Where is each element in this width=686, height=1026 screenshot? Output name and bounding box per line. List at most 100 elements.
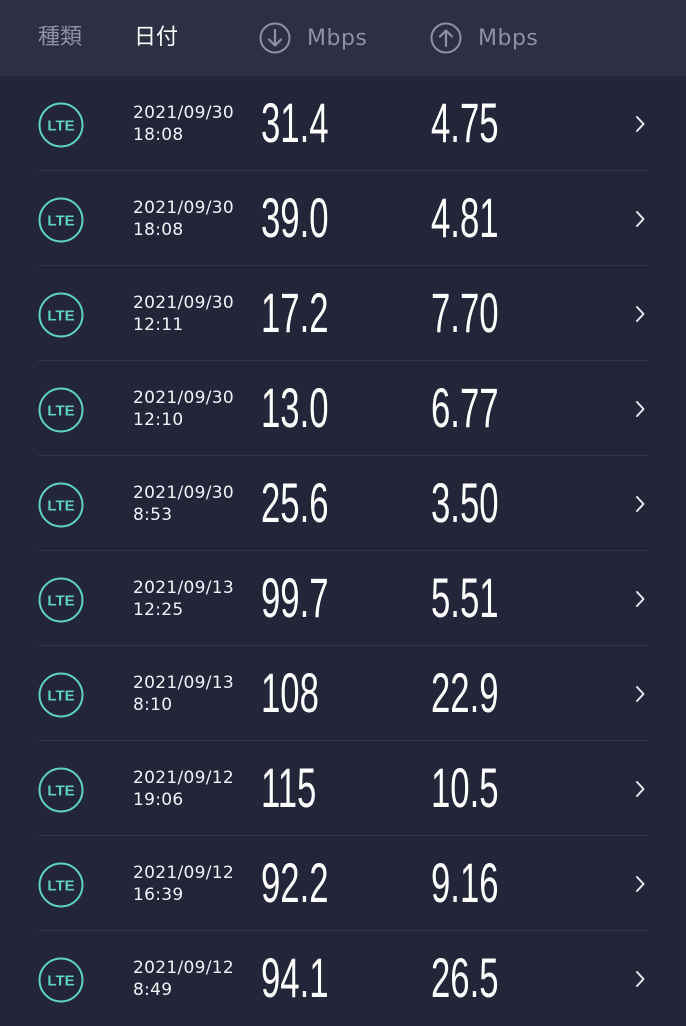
result-row[interactable]: LTE 2021/09/30 12:11 17.2 7.70	[0, 266, 686, 361]
chevron-right-icon[interactable]	[634, 399, 646, 419]
result-date: 2021/09/30	[133, 103, 234, 123]
chevron-right-icon[interactable]	[634, 969, 646, 989]
date-column-header[interactable]: 日付	[134, 24, 178, 52]
result-time: 8:49	[133, 980, 173, 1000]
result-time: 18:08	[133, 220, 184, 240]
result-time: 8:10	[133, 695, 173, 715]
lte-badge-label: LTE	[47, 308, 74, 325]
result-time: 18:08	[133, 125, 184, 145]
result-datetime: 2021/09/30 18:08	[133, 102, 234, 146]
result-row[interactable]: LTE 2021/09/30 18:08 39.0 4.81	[0, 171, 686, 266]
download-column-header[interactable]: Mbps	[259, 22, 367, 54]
result-datetime: 2021/09/12 16:39	[133, 862, 234, 906]
result-date: 2021/09/30	[133, 198, 234, 218]
lte-badge-icon: LTE	[38, 957, 84, 1003]
chevron-right-icon[interactable]	[634, 874, 646, 894]
results-list: LTE 2021/09/30 18:08 31.4 4.75 LTE 2021/0…	[0, 76, 686, 1026]
result-row[interactable]: LTE 2021/09/13 12:25 99.7 5.51	[0, 551, 686, 646]
lte-badge-label: LTE	[47, 878, 74, 895]
result-row[interactable]: LTE 2021/09/13 8:10 108 22.9	[0, 646, 686, 741]
result-row[interactable]: LTE 2021/09/30 12:10 13.0 6.77	[0, 361, 686, 456]
lte-badge-icon: LTE	[38, 387, 84, 433]
lte-badge-label: LTE	[47, 498, 74, 515]
result-datetime: 2021/09/13 8:10	[133, 672, 234, 716]
download-speed: 39.0	[261, 186, 329, 249]
result-time: 12:11	[133, 315, 184, 335]
lte-badge-label: LTE	[47, 973, 74, 990]
arrow-up-circle-icon	[430, 22, 462, 54]
result-date: 2021/09/12	[133, 958, 234, 978]
result-row[interactable]: LTE 2021/09/30 8:53 25.6 3.50	[0, 456, 686, 551]
upload-speed: 4.81	[431, 186, 499, 249]
result-datetime: 2021/09/30 12:10	[133, 387, 234, 431]
upload-unit-label: Mbps	[478, 25, 539, 51]
lte-badge-icon: LTE	[38, 577, 84, 623]
arrow-down-circle-icon	[259, 22, 291, 54]
lte-badge-icon: LTE	[38, 102, 84, 148]
result-time: 16:39	[133, 885, 184, 905]
download-speed: 108	[261, 661, 319, 724]
download-speed: 94.1	[261, 946, 329, 1009]
lte-badge-label: LTE	[47, 213, 74, 230]
chevron-right-icon[interactable]	[634, 684, 646, 704]
download-speed: 31.4	[261, 91, 329, 154]
upload-speed: 22.9	[431, 661, 499, 724]
lte-badge-icon: LTE	[38, 292, 84, 338]
download-speed: 13.0	[261, 376, 329, 439]
lte-badge-label: LTE	[47, 783, 74, 800]
result-row[interactable]: LTE 2021/09/12 8:49 94.1 26.5	[0, 931, 686, 1026]
result-datetime: 2021/09/12 8:49	[133, 957, 234, 1001]
lte-badge-icon: LTE	[38, 672, 84, 718]
result-row[interactable]: LTE 2021/09/12 19:06 115 10.5	[0, 741, 686, 836]
lte-badge-label: LTE	[47, 688, 74, 705]
result-time: 19:06	[133, 790, 184, 810]
chevron-right-icon[interactable]	[634, 494, 646, 514]
result-time: 12:25	[133, 600, 184, 620]
result-time: 8:53	[133, 505, 173, 525]
upload-speed: 10.5	[431, 756, 499, 819]
upload-speed: 26.5	[431, 946, 499, 1009]
result-row[interactable]: LTE 2021/09/12 16:39 92.2 9.16	[0, 836, 686, 931]
upload-column-header[interactable]: Mbps	[430, 22, 538, 54]
result-row[interactable]: LTE 2021/09/30 18:08 31.4 4.75	[0, 76, 686, 171]
result-date: 2021/09/13	[133, 578, 234, 598]
result-date: 2021/09/30	[133, 388, 234, 408]
result-time: 12:10	[133, 410, 184, 430]
download-speed: 92.2	[261, 851, 329, 914]
chevron-right-icon[interactable]	[634, 114, 646, 134]
chevron-right-icon[interactable]	[634, 304, 646, 324]
upload-speed: 7.70	[431, 281, 499, 344]
upload-speed: 9.16	[431, 851, 499, 914]
chevron-right-icon[interactable]	[634, 209, 646, 229]
lte-badge-icon: LTE	[38, 862, 84, 908]
upload-speed: 6.77	[431, 376, 499, 439]
result-datetime: 2021/09/13 12:25	[133, 577, 234, 621]
result-datetime: 2021/09/30 8:53	[133, 482, 234, 526]
type-column-header[interactable]: 種類	[38, 24, 82, 52]
lte-badge-icon: LTE	[38, 767, 84, 813]
lte-badge-label: LTE	[47, 118, 74, 135]
upload-speed: 4.75	[431, 91, 499, 154]
result-date: 2021/09/12	[133, 863, 234, 883]
result-datetime: 2021/09/30 18:08	[133, 197, 234, 241]
result-date: 2021/09/30	[133, 483, 234, 503]
lte-badge-icon: LTE	[38, 482, 84, 528]
result-datetime: 2021/09/12 19:06	[133, 767, 234, 811]
download-speed: 115	[261, 756, 317, 819]
result-date: 2021/09/12	[133, 768, 234, 788]
upload-speed: 5.51	[431, 566, 499, 629]
lte-badge-label: LTE	[47, 403, 74, 420]
lte-badge-label: LTE	[47, 593, 74, 610]
download-speed: 99.7	[261, 566, 329, 629]
download-unit-label: Mbps	[307, 25, 368, 51]
result-datetime: 2021/09/30 12:11	[133, 292, 234, 336]
download-speed: 25.6	[261, 471, 329, 534]
result-date: 2021/09/30	[133, 293, 234, 313]
chevron-right-icon[interactable]	[634, 589, 646, 609]
result-date: 2021/09/13	[133, 673, 234, 693]
results-header: 種類 日付 Mbps Mbps	[0, 0, 686, 76]
upload-speed: 3.50	[431, 471, 499, 534]
chevron-right-icon[interactable]	[634, 779, 646, 799]
lte-badge-icon: LTE	[38, 197, 84, 243]
download-speed: 17.2	[261, 281, 329, 344]
